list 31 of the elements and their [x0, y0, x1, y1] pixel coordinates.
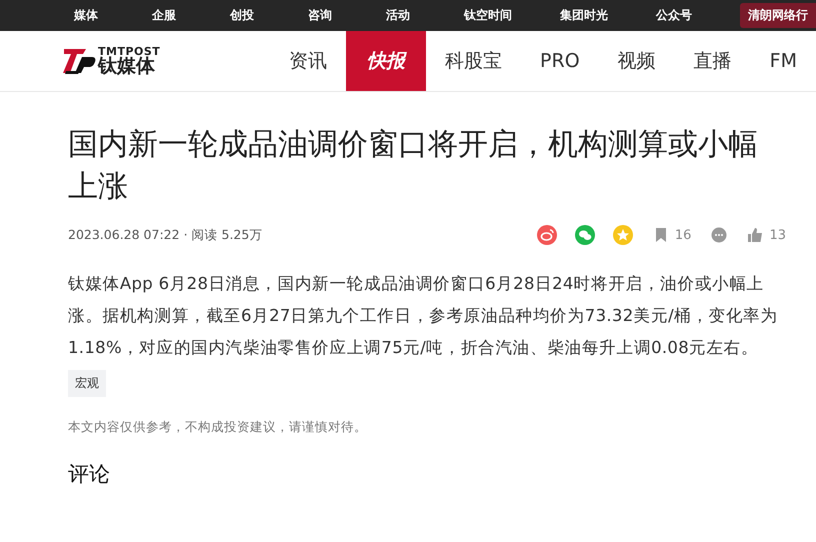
logo-text: 钛媒体 [98, 57, 155, 76]
comment-icon[interactable] [711, 227, 728, 243]
disclaimer-text: 本文内容仅供参考，不构成投资建议，请谨慎对待。 [68, 419, 368, 436]
nav-tab[interactable]: 科股宝 [426, 31, 522, 91]
article-title: 国内新一轮成品油调价窗口将开启，机构测算或小幅上涨 [68, 126, 759, 206]
logo-text: TMTPOST [98, 46, 160, 57]
stat-count: 16 [674, 228, 692, 242]
tag-chip[interactable]: 宏观 [68, 370, 106, 397]
article-body: 钛媒体App 6月28日消息，国内新一轮成品油调价窗口6月28日24时将开启，油价或小幅上涨。据机构测算，截至6月27日第九个工作日，参考原油品种均价为73.32美元/桶，变化率为1.18%，对应的国内汽柴油零售价应上调75元/吨，折合汽油、柴油每升上调0.08元左右。 [68, 273, 779, 359]
nav-tab[interactable]: FM [750, 31, 816, 91]
article-meta: 2023.06.28 07:22 · 阅读 5.25万 [68, 226, 262, 244]
top-bar-link[interactable]: 集团时光 [560, 7, 608, 24]
nav-tab[interactable]: PRO [521, 31, 599, 91]
weibo-share-icon[interactable] [536, 225, 557, 245]
top-bar-link[interactable]: 企服 [152, 7, 176, 24]
campaign-button[interactable]: 清朗网络行 [740, 3, 816, 28]
star-share-icon[interactable] [612, 225, 633, 245]
stat-count: 13 [769, 228, 786, 242]
top-bar-link[interactable]: 创投 [230, 7, 254, 24]
nav-tab[interactable]: 资讯 [270, 31, 346, 91]
comments-heading: 评论 [68, 461, 111, 488]
chat-share-icon[interactable] [574, 225, 595, 245]
top-bar-link[interactable]: 咨询 [308, 7, 332, 24]
top-bar-link[interactable]: 媒体 [74, 7, 98, 24]
nav-tab[interactable]: 快报 [346, 31, 426, 91]
top-bar-link[interactable]: 钛空时间 [464, 7, 512, 24]
thumbs-up-icon[interactable] [747, 227, 764, 243]
top-bar-link[interactable]: 公众号 [656, 7, 692, 24]
top-bar-link[interactable]: 活动 [386, 7, 410, 24]
nav-tab[interactable]: 视频 [598, 31, 675, 91]
nav-tab[interactable]: 直播 [674, 31, 751, 91]
